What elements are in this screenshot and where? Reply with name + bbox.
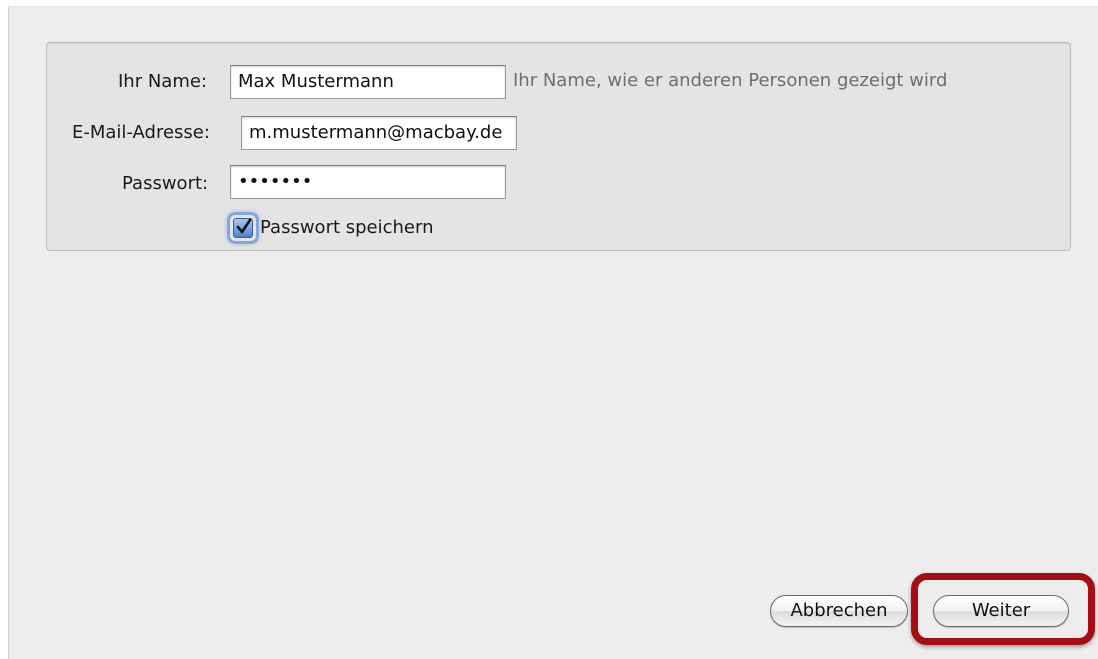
cancel-button[interactable]: Abbrechen <box>770 595 908 627</box>
email-label: E-Mail-Adresse: <box>72 122 210 143</box>
name-label: Ihr Name: <box>118 71 208 92</box>
name-hint: Ihr Name, wie er anderen Personen gezeig… <box>513 70 948 91</box>
continue-highlight-frame <box>911 573 1095 645</box>
email-field[interactable]: m.mustermann@macbay.de <box>241 116 517 150</box>
name-field[interactable]: Max Mustermann <box>230 65 506 99</box>
password-label: Passwort: <box>122 173 209 194</box>
checkmark-icon <box>233 218 253 238</box>
password-field[interactable]: ••••••• <box>230 165 506 199</box>
save-password-checkbox[interactable] <box>230 215 256 241</box>
save-password-label[interactable]: Passwort speichern <box>260 217 434 239</box>
